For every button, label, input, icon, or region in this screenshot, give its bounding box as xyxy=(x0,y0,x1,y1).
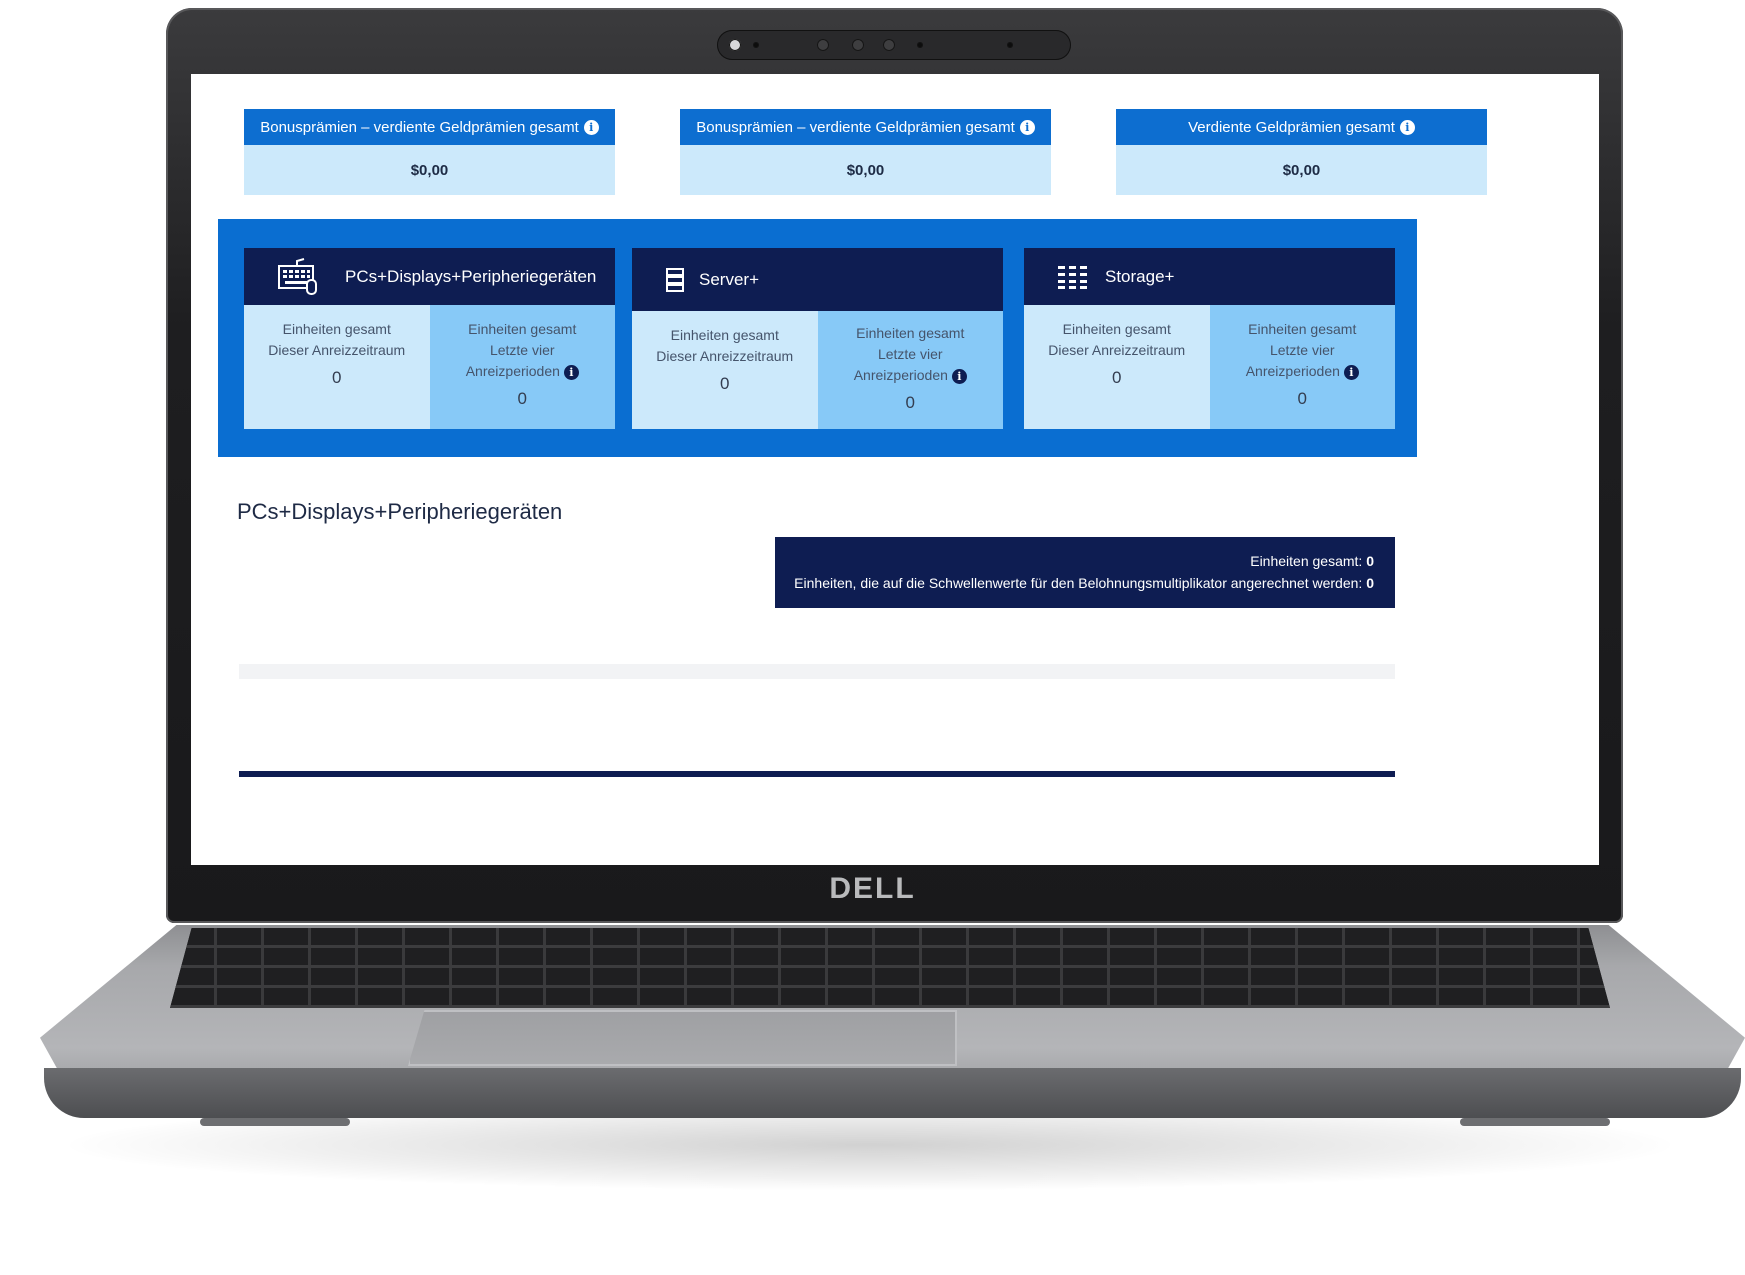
category-last-four-periods: Einheiten gesamt Letzte vier Anreizperio… xyxy=(1209,305,1395,429)
summary-threshold-label: Einheiten, die auf die Schwellenwerte fü… xyxy=(794,575,1363,591)
category-title: Server+ xyxy=(699,269,759,289)
sensor-dot-icon xyxy=(1007,42,1013,48)
stat-label: Anreizperioden xyxy=(1245,363,1340,379)
stat-label: Einheiten gesamt xyxy=(670,327,779,343)
stat-value: 0 xyxy=(517,389,527,408)
category-card-header: Storage+ xyxy=(1024,248,1395,305)
info-icon[interactable]: i xyxy=(583,119,599,135)
info-icon[interactable]: i xyxy=(1399,119,1415,135)
stat-label: Letzte vier xyxy=(489,342,555,358)
webcam-bar xyxy=(717,30,1071,60)
units-summary-box: Einheiten gesamt: 0 Einheiten, die auf d… xyxy=(775,537,1395,608)
stat-label: Einheiten gesamt xyxy=(1248,321,1357,337)
stat-value: 0 xyxy=(1297,389,1307,408)
category-current-period: Einheiten gesamt Dieser Anreizzeitraum 0 xyxy=(632,311,818,429)
reward-card-earned: Verdiente Geldprämien gesamt i $0,00 xyxy=(1116,109,1487,195)
reward-card-title: Verdiente Geldprämien gesamt xyxy=(1188,118,1395,136)
sensor-dot-icon xyxy=(917,42,923,48)
reward-card-title: Bonusprämien – verdiente Geldprämien ges… xyxy=(260,118,579,136)
laptop-base-front xyxy=(44,1068,1741,1118)
stat-value: 0 xyxy=(1112,368,1122,387)
summary-total-line: Einheiten gesamt: 0 xyxy=(775,550,1374,572)
info-icon[interactable]: i xyxy=(563,365,579,380)
reward-card-header: Bonusprämien – verdiente Geldprämien ges… xyxy=(680,109,1051,145)
section-title: PCs+Displays+Peripheriegeräten xyxy=(237,499,563,524)
stat-label: Einheiten gesamt xyxy=(282,321,391,337)
sensor-dot-icon xyxy=(753,42,759,48)
reward-card-bonus: Bonusprämien – verdiente Geldprämien ges… xyxy=(244,109,615,195)
reward-card-value: $0,00 xyxy=(1116,145,1487,195)
laptop-touchpad xyxy=(408,1010,957,1066)
summary-threshold-value: 0 xyxy=(1366,575,1374,591)
category-card-header: Server+ xyxy=(632,248,1003,311)
reward-card-header: Bonusprämien – verdiente Geldprämien ges… xyxy=(244,109,615,145)
reward-card-value: $0,00 xyxy=(244,145,615,195)
category-last-four-periods: Einheiten gesamt Letzte vier Anreizperio… xyxy=(817,311,1003,429)
stat-label: Dieser Anreizzeitraum xyxy=(1048,342,1186,358)
category-card-storage[interactable]: Storage+ Einheiten gesamt Dieser Anreizz… xyxy=(1024,248,1395,429)
storage-icon xyxy=(1058,265,1087,289)
category-card-header: PCs+Displays+Peripheriegeräten xyxy=(244,248,615,305)
webcam-lens-icon xyxy=(852,39,864,51)
info-icon[interactable]: i xyxy=(1343,365,1359,380)
stat-label: Einheiten gesamt xyxy=(468,321,577,337)
laptop-keyboard xyxy=(170,928,1610,1008)
category-current-period: Einheiten gesamt Dieser Anreizzeitraum 0 xyxy=(244,305,430,429)
laptop-screen: Bonusprämien – verdiente Geldprämien ges… xyxy=(191,74,1599,865)
stat-value: 0 xyxy=(905,393,915,412)
section-divider xyxy=(239,664,1395,679)
info-icon[interactable]: i xyxy=(1019,119,1035,135)
summary-threshold-line: Einheiten, die auf die Schwellenwerte fü… xyxy=(775,572,1374,594)
next-section-header-edge xyxy=(239,771,1395,777)
stat-label: Letzte vier xyxy=(1269,342,1335,358)
server-icon xyxy=(666,267,684,292)
webcam-light-icon xyxy=(729,39,741,51)
category-title: PCs+Displays+Peripheriegeräten xyxy=(345,266,597,286)
stat-label: Dieser Anreizzeitraum xyxy=(268,342,406,358)
summary-total-value: 0 xyxy=(1366,553,1374,569)
category-title: Storage+ xyxy=(1105,266,1175,286)
laptop-foot-right xyxy=(1460,1118,1610,1126)
category-card-pcs[interactable]: PCs+Displays+Peripheriegeräten Einheiten… xyxy=(244,248,615,429)
category-current-period: Einheiten gesamt Dieser Anreizzeitraum 0 xyxy=(1024,305,1210,429)
stat-label: Einheiten gesamt xyxy=(856,325,965,341)
category-card-server[interactable]: Server+ Einheiten gesamt Dieser Anreizze… xyxy=(632,248,1003,429)
reward-card-header: Verdiente Geldprämien gesamt i xyxy=(1116,109,1487,145)
stat-label: Dieser Anreizzeitraum xyxy=(656,348,794,364)
webcam-lens-icon xyxy=(883,39,895,51)
summary-total-label: Einheiten gesamt: xyxy=(1250,553,1363,569)
reward-card-bonus-2: Bonusprämien – verdiente Geldprämien ges… xyxy=(680,109,1051,195)
category-last-four-periods: Einheiten gesamt Letzte vier Anreizperio… xyxy=(429,305,615,429)
stat-value: 0 xyxy=(332,368,342,387)
dell-logo: DELL xyxy=(829,872,916,905)
stat-label: Anreizperioden xyxy=(465,363,560,379)
stat-value: 0 xyxy=(720,374,730,393)
reward-card-value: $0,00 xyxy=(680,145,1051,195)
reward-card-title: Bonusprämien – verdiente Geldprämien ges… xyxy=(696,118,1015,136)
stat-label: Anreizperioden xyxy=(853,367,948,383)
webcam-lens-icon xyxy=(817,39,829,51)
info-icon[interactable]: i xyxy=(951,369,967,384)
laptop-foot-left xyxy=(200,1118,350,1126)
keyboard-icon xyxy=(278,257,317,295)
stat-label: Einheiten gesamt xyxy=(1062,321,1171,337)
category-summary-band: PCs+Displays+Peripheriegeräten Einheiten… xyxy=(218,219,1417,457)
stat-label: Letzte vier xyxy=(877,346,943,362)
